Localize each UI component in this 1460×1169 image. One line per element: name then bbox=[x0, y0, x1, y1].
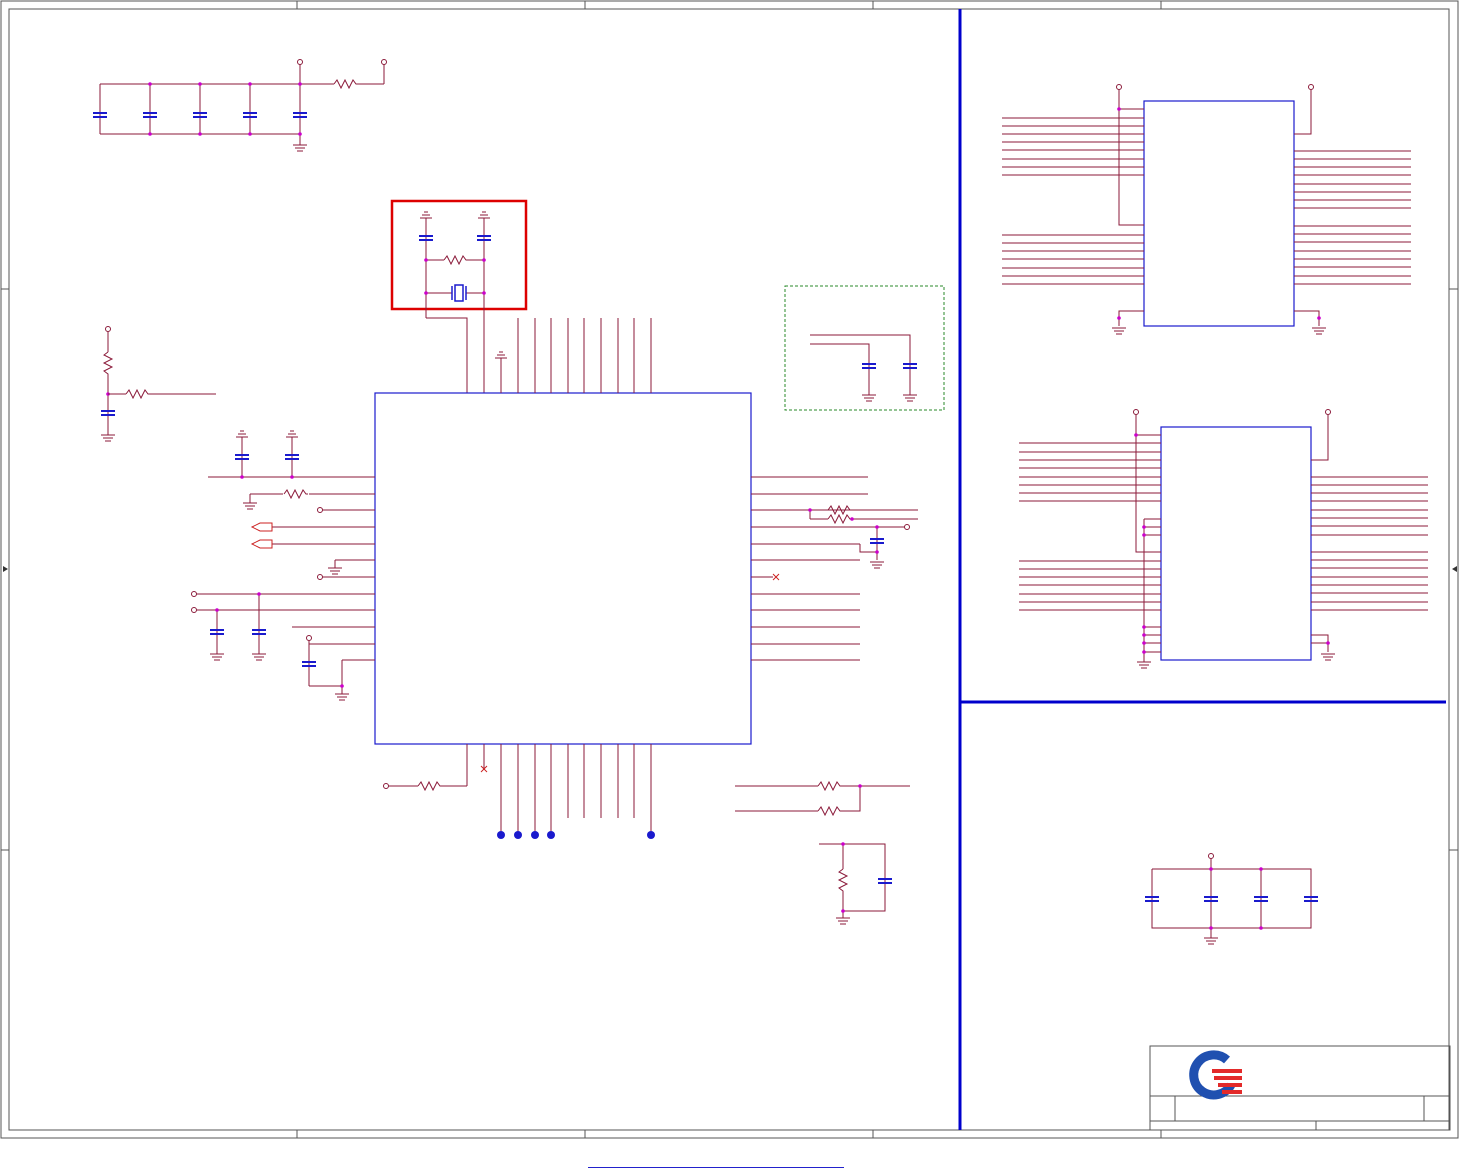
crystal-icon bbox=[451, 284, 467, 302]
memory-chip-2 bbox=[1019, 409, 1428, 669]
highlight-box bbox=[390, 199, 528, 311]
company-logo-icon bbox=[1189, 1050, 1242, 1100]
memory-chip-1 bbox=[1002, 84, 1411, 335]
footer-link[interactable] bbox=[588, 1150, 844, 1168]
title-block bbox=[1149, 1045, 1451, 1131]
resistor-icon bbox=[333, 79, 359, 89]
decoupling-cap-bank bbox=[92, 59, 387, 152]
right-support-circuits bbox=[735, 285, 945, 925]
schematic-sheet bbox=[0, 0, 1459, 1139]
power-port-icon bbox=[297, 59, 303, 65]
memory-decoupling-caps bbox=[1144, 853, 1319, 945]
sheet-frame bbox=[0, 0, 1459, 1139]
ground-icon bbox=[292, 144, 308, 152]
no-connect-icon bbox=[480, 573, 780, 773]
crystal-circuit bbox=[390, 199, 528, 393]
optional-box bbox=[784, 285, 945, 411]
main-ic bbox=[194, 318, 918, 839]
